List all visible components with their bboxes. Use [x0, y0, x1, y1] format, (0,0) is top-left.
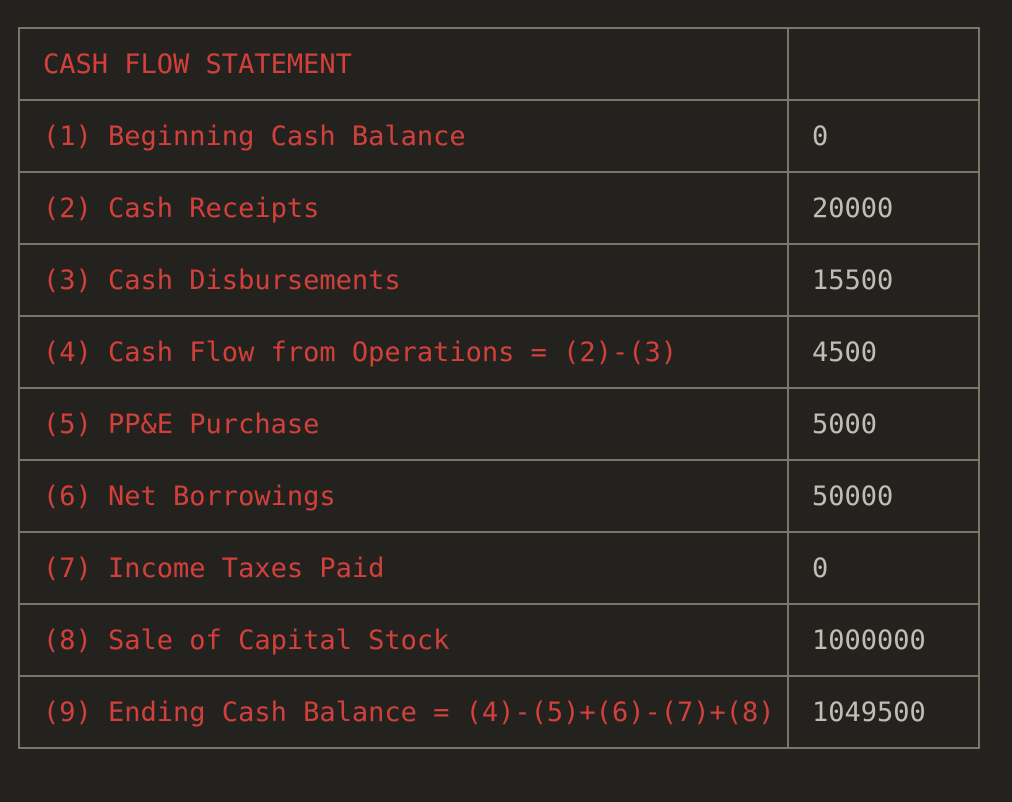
table-row: (4) Cash Flow from Operations = (2)-(3) … — [18, 315, 980, 389]
table-row: (8) Sale of Capital Stock 1000000 — [18, 603, 980, 677]
row-label-income-taxes-paid: (7) Income Taxes Paid — [18, 531, 789, 605]
cash-flow-statement: CASH FLOW STATEMENT (1) Beginning Cash B… — [18, 27, 980, 749]
table-row: (6) Net Borrowings 50000 — [18, 459, 980, 533]
row-label-ending-cash-balance: (9) Ending Cash Balance = (4)-(5)+(6)-(7… — [18, 675, 789, 749]
table-row: (5) PP&E Purchase 5000 — [18, 387, 980, 461]
table-row: (7) Income Taxes Paid 0 — [18, 531, 980, 605]
table-row: (1) Beginning Cash Balance 0 — [18, 99, 980, 173]
row-value-cash-receipts: 20000 — [787, 171, 980, 245]
table-row: (3) Cash Disbursements 15500 — [18, 243, 980, 317]
row-label-sale-of-capital-stock: (8) Sale of Capital Stock — [18, 603, 789, 677]
row-value-beginning-cash-balance: 0 — [787, 99, 980, 173]
table-row: (2) Cash Receipts 20000 — [18, 171, 980, 245]
row-label-beginning-cash-balance: (1) Beginning Cash Balance — [18, 99, 789, 173]
row-label-cash-flow-from-operations: (4) Cash Flow from Operations = (2)-(3) — [18, 315, 789, 389]
row-value-cash-disbursements: 15500 — [787, 243, 980, 317]
row-value-cash-flow-from-operations: 4500 — [787, 315, 980, 389]
row-value-net-borrowings: 50000 — [787, 459, 980, 533]
row-label-cash-disbursements: (3) Cash Disbursements — [18, 243, 789, 317]
row-value-income-taxes-paid: 0 — [787, 531, 980, 605]
row-label-cash-receipts: (2) Cash Receipts — [18, 171, 789, 245]
row-value-ending-cash-balance: 1049500 — [787, 675, 980, 749]
cash-flow-table: CASH FLOW STATEMENT (1) Beginning Cash B… — [18, 27, 980, 749]
row-value-sale-of-capital-stock: 1000000 — [787, 603, 980, 677]
row-label-net-borrowings: (6) Net Borrowings — [18, 459, 789, 533]
table-header-row: CASH FLOW STATEMENT — [18, 27, 980, 101]
row-label-ppe-purchase: (5) PP&E Purchase — [18, 387, 789, 461]
row-value-ppe-purchase: 5000 — [787, 387, 980, 461]
table-row: (9) Ending Cash Balance = (4)-(5)+(6)-(7… — [18, 675, 980, 749]
statement-title: CASH FLOW STATEMENT — [18, 27, 789, 101]
statement-title-value — [787, 27, 980, 101]
